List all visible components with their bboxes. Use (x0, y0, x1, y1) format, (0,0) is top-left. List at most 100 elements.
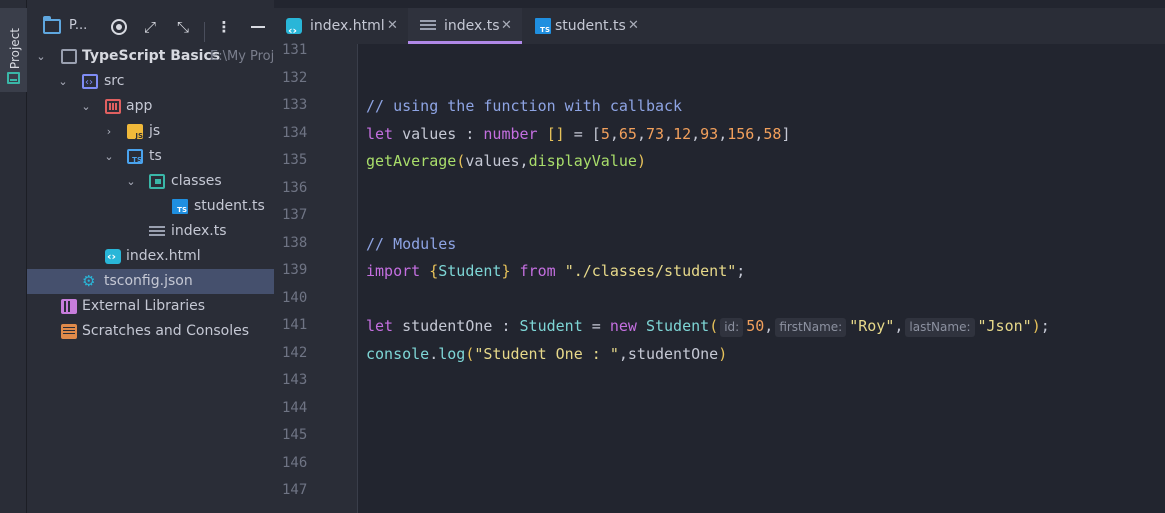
line-number: 147 (282, 482, 308, 498)
chevron-right-icon[interactable]: › (103, 119, 115, 144)
line-number: 146 (282, 455, 308, 471)
code-line-135: getAverage(values,displayValue) (366, 152, 646, 170)
line-number: 144 (282, 400, 308, 416)
line-number: 136 (282, 180, 308, 196)
brace-token: } (501, 262, 511, 280)
header-divider (204, 22, 205, 42)
chevron-down-icon[interactable]: ⌄ (80, 94, 92, 119)
tree-item-ts[interactable]: ⌄ ts (27, 144, 274, 169)
number-token: 5 (600, 125, 610, 143)
dot-token: . (429, 345, 439, 363)
project-panel: P... ⤢ ⤡ ⋮ ⌄ TypeScript Basics E:\My Pro… (27, 0, 274, 513)
code-line-141: let studentOne : Student = new Student(i… (366, 317, 1050, 337)
tree-item-label: External Libraries (82, 298, 205, 314)
line-number: 133 (282, 97, 308, 113)
structure-file-icon (420, 18, 436, 34)
tab-student-ts[interactable]: student.ts ✕ (523, 8, 651, 44)
tree-item-label: index.ts (171, 223, 227, 239)
operator-token: = [ (564, 125, 601, 143)
chevron-down-icon[interactable]: ⌄ (35, 44, 47, 69)
chevron-down-icon[interactable]: ⌄ (57, 69, 69, 94)
tree-item-label: Scratches and Consoles (82, 323, 249, 339)
json-config-icon (82, 269, 98, 294)
project-folder-icon[interactable] (43, 16, 61, 34)
string-token: "Roy" (849, 317, 895, 335)
tree-item-typescript-basics[interactable]: ⌄ TypeScript Basics E:\My Proj (27, 44, 274, 69)
type-token: number (483, 125, 538, 143)
tree-item-tsconfig-json[interactable]: tsconfig.json (27, 269, 274, 294)
keyword-token: let (366, 317, 394, 335)
tree-item-label: ts (149, 148, 162, 164)
paren-token: ( (456, 152, 466, 170)
parameter-hint: lastName: (905, 318, 975, 337)
string-token: "Student One : " (474, 345, 619, 363)
source-folder-icon (82, 70, 98, 95)
semicolon-token: ; (1040, 317, 1050, 335)
string-token: "./classes/student" (564, 262, 737, 280)
project-panel-header: P... ⤢ ⤡ ⋮ (27, 8, 274, 44)
code-line-134: let values : number [] = [5,65,73,12,93,… (366, 125, 791, 143)
tree-item-src[interactable]: ⌄ src (27, 69, 274, 95)
tree-item-index-ts[interactable]: index.ts (27, 219, 274, 244)
tree-item-scratches[interactable]: Scratches and Consoles (27, 319, 274, 344)
close-icon[interactable]: ✕ (387, 8, 398, 44)
expand-icon[interactable]: ⤢ (140, 17, 160, 37)
typescript-file-icon (535, 18, 551, 34)
tab-label: student.ts (555, 18, 626, 34)
more-icon[interactable]: ⋮ (214, 17, 234, 37)
library-icon (61, 299, 77, 314)
paren-token: ) (718, 345, 728, 363)
identifier-token: studentOne : (393, 317, 520, 335)
app-folder-icon (105, 99, 121, 114)
close-icon[interactable]: ✕ (628, 8, 639, 44)
brace-token: { (420, 262, 439, 280)
number-token: 156 (727, 125, 755, 143)
keyword-token: import (366, 262, 421, 280)
tree-item-classes[interactable]: ⌄ classes (27, 169, 274, 194)
line-number: 142 (282, 345, 308, 361)
number-token: 73 (645, 125, 665, 143)
line-number: 145 (282, 427, 308, 443)
tree-item-label: src (104, 73, 125, 89)
project-tool-tab[interactable]: Project (0, 8, 27, 92)
tab-index-ts[interactable]: index.ts ✕ (408, 8, 522, 44)
argument-token: values, (465, 152, 529, 170)
semicolon-token: ; (736, 262, 746, 280)
number-token: 58 (763, 125, 782, 143)
code-editor[interactable]: // using the function with callback let … (358, 44, 1165, 513)
tree-item-external-libraries[interactable]: External Libraries (27, 294, 274, 319)
number-token: 12 (673, 125, 692, 143)
minimize-icon[interactable] (248, 17, 268, 37)
callback-token: displayValue (528, 152, 637, 170)
collapse-icon[interactable]: ⤡ (173, 17, 193, 37)
close-icon[interactable]: ✕ (501, 8, 512, 44)
tree-item-label: classes (171, 173, 222, 189)
tree-item-student-ts[interactable]: student.ts (27, 194, 274, 219)
tab-label: index.ts (444, 18, 500, 34)
code-line-142: console.log("Student One : ",studentOne) (366, 345, 727, 363)
tree-item-js[interactable]: › js (27, 119, 274, 144)
paren-token: ( (709, 317, 719, 335)
html-file-icon (105, 244, 121, 269)
chevron-down-icon[interactable]: ⌄ (125, 169, 137, 194)
tab-index-html[interactable]: index.html ✕ (274, 8, 407, 49)
comma-token: , (894, 317, 904, 335)
code-line-133: // using the function with callback (366, 97, 683, 115)
class-token: Student (519, 317, 583, 335)
tree-item-app[interactable]: ⌄ app (27, 94, 274, 119)
parameter-hint: id: (720, 318, 744, 337)
number-token: 93 (700, 125, 719, 143)
tree-item-label: app (126, 98, 153, 114)
project-view-selector[interactable]: P... (69, 18, 87, 33)
js-folder-icon (127, 124, 143, 140)
chevron-down-icon[interactable]: ⌄ (103, 144, 115, 169)
target-icon[interactable] (111, 19, 127, 35)
tree-item-index-html[interactable]: index.html (27, 244, 274, 269)
scratches-icon (61, 324, 77, 339)
editor-tab-bar: index.html ✕ index.ts ✕ student.ts ✕ (274, 8, 1165, 49)
line-number-gutter: 131 132 133 134 135 136 137 138 139 140 … (274, 42, 358, 513)
line-number: 134 (282, 125, 308, 141)
keyword-token: new (609, 317, 637, 335)
project-tool-label: Project (8, 28, 22, 70)
tab-label: index.html (310, 18, 385, 34)
